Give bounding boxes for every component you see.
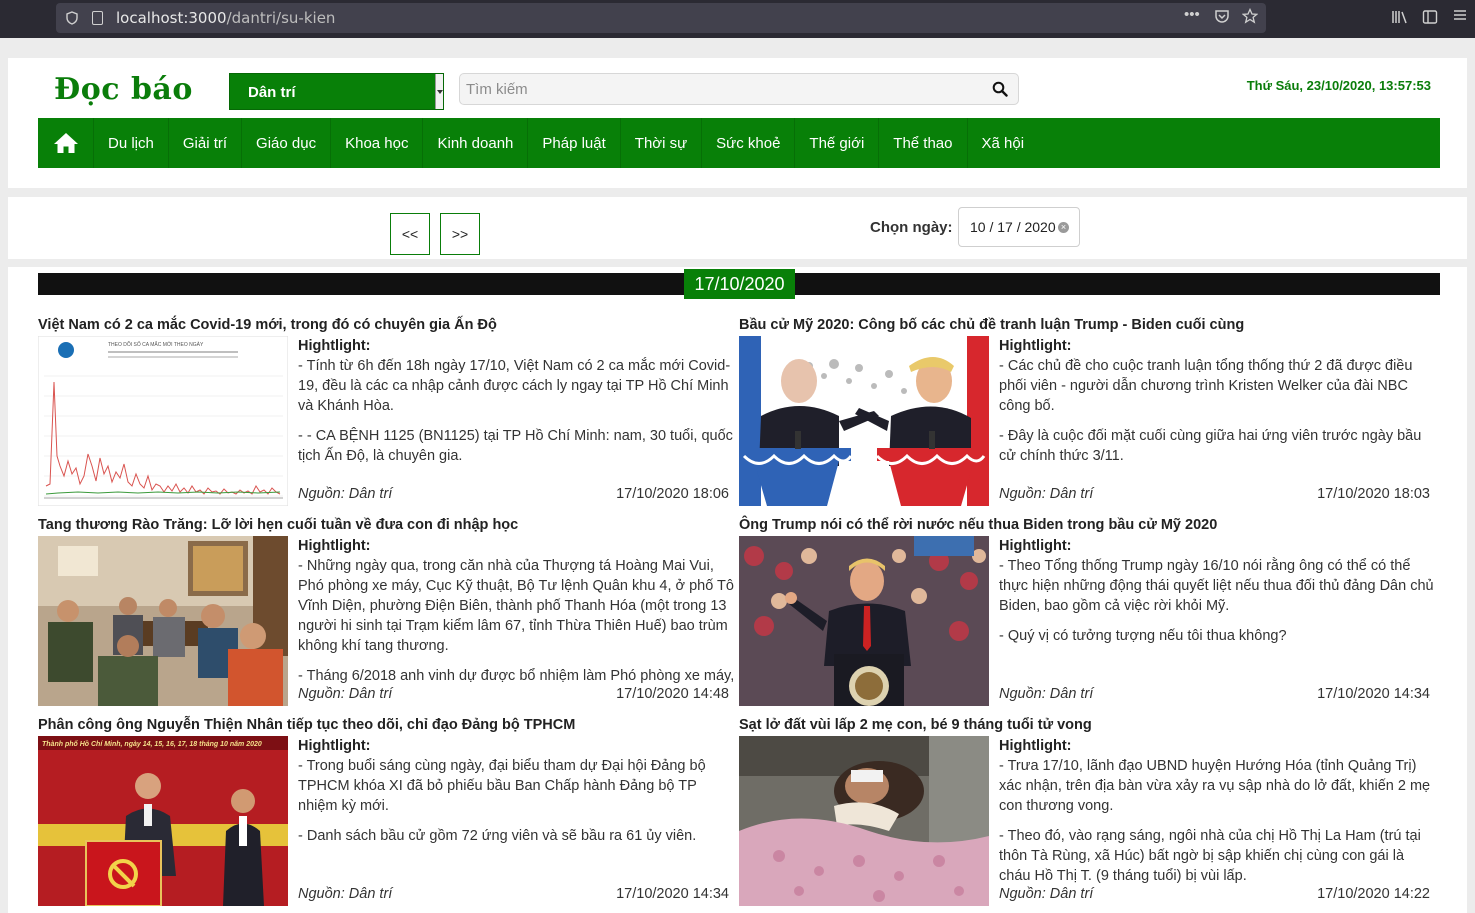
article-title[interactable]: Sạt lở đất vùi lấp 2 mẹ con, bé 9 tháng … (739, 717, 1092, 733)
nav-item-kinh-doanh[interactable]: Kinh doanh (423, 118, 529, 168)
article-paragraph: - Theo Tổng thống Trump ngày 16/10 nói r… (999, 558, 1434, 614)
article-card: Phân công ông Nguyễn Thiện Nhân tiếp tục… (38, 717, 738, 913)
article-time: 17/10/2020 14:48 (616, 686, 729, 702)
article-paragraph: - Tính từ 6h đến 18h ngày 17/10, Việt Na… (298, 358, 731, 414)
highlight-label: Hightlight: (298, 538, 371, 554)
family-room-image[interactable] (38, 536, 288, 706)
article-card: Tang thương Rào Trăng: Lỡ lời hẹn cuối t… (38, 517, 738, 717)
next-day-button[interactable]: >> (440, 213, 480, 255)
article-title[interactable]: Phân công ông Nguyễn Thiện Nhân tiếp tục… (38, 717, 575, 733)
more-icon[interactable]: ••• (1184, 6, 1200, 24)
congress-image[interactable]: Thành phố Hồ Chí Minh, ngày 14, 15, 16, … (38, 736, 288, 906)
nav-item-khoa-hoc[interactable]: Khoa học (331, 118, 424, 168)
nav-item-giai-tri[interactable]: Giải trí (169, 118, 243, 168)
home-button[interactable] (38, 118, 94, 168)
article-paragraph: - Theo đó, vào rạng sáng, ngôi nhà của c… (999, 828, 1421, 884)
highlight-label: Hightlight: (999, 738, 1072, 754)
day-label: 17/10/2020 (684, 269, 795, 299)
article-source: Nguồn: Dân trí (298, 886, 393, 902)
clear-date-icon[interactable]: × (1058, 222, 1069, 233)
news-content: 17/10/2020 Việt Nam có 2 ca mắc Covid-19… (8, 267, 1467, 913)
debate-image[interactable] (739, 336, 989, 506)
article-title[interactable]: Việt Nam có 2 ca mắc Covid-19 mới, trong… (38, 317, 497, 333)
library-icon[interactable] (1391, 9, 1409, 30)
article-card: Bầu cử Mỹ 2020: Công bố các chủ đề tranh… (739, 317, 1439, 517)
nav-item-xa-hoi[interactable]: Xã hội (968, 118, 1039, 168)
article-paragraph: - Trong buổi sáng cùng ngày, đại biểu th… (298, 758, 706, 814)
article-source: Nguồn: Dân trí (999, 686, 1094, 702)
article-body: Hightlight: - Theo Tổng thống Trump ngày… (999, 536, 1439, 686)
nav-item-giao-duc[interactable]: Giáo dục (242, 118, 332, 168)
nav-item-du-lich[interactable]: Du lịch (94, 118, 169, 168)
address-bar[interactable]: localhost:3000/dantri/su-kien ••• (56, 3, 1266, 33)
article-title[interactable]: Tang thương Rào Trăng: Lỡ lời hẹn cuối t… (38, 517, 518, 533)
url-text[interactable]: localhost:3000/dantri/su-kien (116, 9, 335, 27)
article-time: 17/10/2020 14:34 (1317, 686, 1430, 702)
article-paragraph: - Đây là cuộc đối mặt cuối cùng giữa hai… (999, 428, 1422, 464)
highlight-label: Hightlight: (999, 338, 1072, 354)
source-select-value: Dân trí (248, 84, 296, 101)
home-icon (53, 133, 78, 153)
prev-day-button[interactable]: << (390, 213, 430, 255)
shield-icon[interactable] (66, 11, 78, 25)
source-select[interactable]: Dân trí (229, 73, 444, 110)
article-paragraph: - Các chủ đề cho cuộc tranh luận tổng th… (999, 358, 1413, 414)
nav-item-suc-khoe[interactable]: Sức khoẻ (702, 118, 796, 168)
highlight-label: Hightlight: (298, 738, 371, 754)
page-icon (92, 11, 103, 25)
nav-item-phap-luat[interactable]: Pháp luật (528, 118, 621, 168)
search-icon[interactable] (992, 81, 1008, 97)
browser-toolbar: localhost:3000/dantri/su-kien ••• (0, 0, 1475, 38)
article-source: Nguồn: Dân trí (298, 686, 393, 702)
site-logo[interactable]: Đọc báo (54, 72, 193, 107)
date-input[interactable]: 10 / 17 / 2020 × (958, 207, 1080, 247)
article-paragraph: - - CA BỆNH 1125 (BN1125) tại TP Hồ Chí … (298, 428, 733, 464)
article-body: Hightlight: - Trưa 17/10, lãnh đạo UBND … (999, 736, 1439, 886)
search-box (459, 73, 1019, 105)
current-datetime: Thứ Sáu, 23/10/2020, 13:57:53 (1246, 78, 1431, 93)
article-card: Việt Nam có 2 ca mắc Covid-19 mới, trong… (38, 317, 738, 517)
highlight-label: Hightlight: (298, 338, 371, 354)
menu-icon[interactable] (1452, 7, 1468, 28)
search-input[interactable] (466, 78, 966, 100)
image-caption: Thành phố Hồ Chí Minh, ngày 14, 15, 16, … (42, 739, 262, 748)
choose-date-label: Chọn ngày: (870, 219, 953, 236)
site-header: Đọc báo Dân trí Thứ Sáu, 23/10/2020, 13:… (8, 58, 1467, 188)
article-paragraph: - Tháng 6/2018 anh vinh dự được bổ nhiệm… (298, 668, 735, 684)
article-title[interactable]: Ông Trump nói có thể rời nước nếu thua B… (739, 517, 1217, 533)
article-body: Hightlight: - Những ngày qua, trong căn … (298, 536, 738, 686)
article-source: Nguồn: Dân trí (999, 486, 1094, 502)
article-source: Nguồn: Dân trí (999, 886, 1094, 902)
date-input-value: 10 / 17 / 2020 (970, 219, 1056, 235)
date-picker-bar: << >> Chọn ngày: 10 / 17 / 2020 × (8, 197, 1467, 259)
article-time: 17/10/2020 18:03 (1317, 486, 1430, 502)
covid-chart-image[interactable]: THEO DÕI SỐ CA MẮC MỚI THEO NGÀY (38, 336, 288, 506)
chart-caption: THEO DÕI SỐ CA MẮC MỚI THEO NGÀY (108, 340, 204, 348)
article-source: Nguồn: Dân trí (298, 486, 393, 502)
article-time: 17/10/2020 18:06 (616, 486, 729, 502)
article-paragraph: - Quý vị có tưởng tượng nếu tôi thua khô… (999, 628, 1287, 644)
article-body: Hightlight: - Tính từ 6h đến 18h ngày 17… (298, 336, 738, 486)
sidebar-icon[interactable] (1422, 9, 1438, 30)
category-nav: Du lịch Giải trí Giáo dục Khoa học Kinh … (38, 118, 1440, 168)
article-title[interactable]: Bầu cử Mỹ 2020: Công bố các chủ đề tranh… (739, 317, 1244, 333)
article-body: Hightlight: - Trong buổi sáng cùng ngày,… (298, 736, 738, 886)
nav-item-thoi-su[interactable]: Thời sự (621, 118, 703, 168)
star-icon[interactable] (1241, 7, 1259, 29)
article-card: Sạt lở đất vùi lấp 2 mẹ con, bé 9 tháng … (739, 717, 1439, 913)
rally-image[interactable] (739, 536, 989, 706)
dropdown-arrow-icon[interactable] (435, 74, 443, 109)
article-paragraph: - Những ngày qua, trong căn nhà của Thượ… (298, 558, 734, 654)
nav-item-the-thao[interactable]: Thể thao (879, 118, 968, 168)
article-time: 17/10/2020 14:34 (616, 886, 729, 902)
article-body: Hightlight: - Các chủ đề cho cuộc tranh … (999, 336, 1439, 486)
nav-item-the-gioi[interactable]: Thế giới (795, 118, 880, 168)
highlight-label: Hightlight: (999, 538, 1072, 554)
injured-woman-image[interactable] (739, 736, 989, 906)
article-paragraph: - Trưa 17/10, lãnh đạo UBND huyện Hướng … (999, 758, 1431, 814)
article-card: Ông Trump nói có thể rời nước nếu thua B… (739, 517, 1439, 717)
article-paragraph: - Danh sách bầu cử gồm 72 ứng viên và sẽ… (298, 828, 697, 844)
article-time: 17/10/2020 14:22 (1317, 886, 1430, 902)
pocket-icon[interactable] (1214, 8, 1230, 29)
